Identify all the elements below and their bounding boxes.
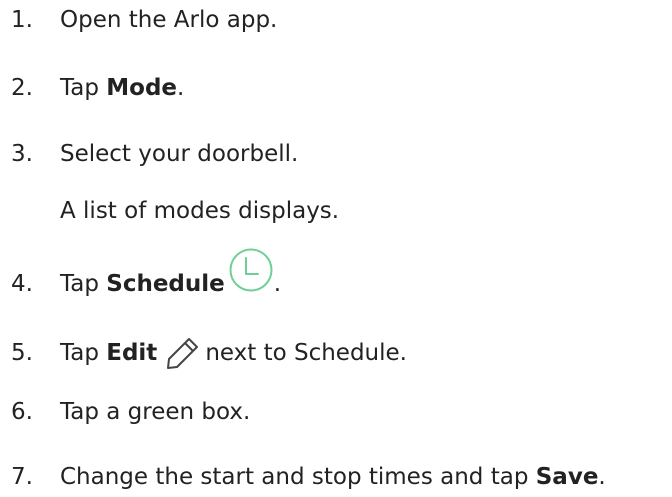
step-text-post: . [273,270,282,297]
step-3: 3. Select your doorbell. [0,134,298,174]
step-4: 4. Tap Schedule . [0,248,282,307]
step-note-text: A list of modes displays. [60,197,340,224]
step-text-pre: Tap [60,74,107,101]
step-text: Select your doorbell. [60,140,299,167]
step-6: 6. Tap a green box. [0,392,250,432]
step-text-bold: Save [535,463,599,490]
step-text: Tap Schedule . [60,248,282,307]
step-text-post: next to Schedule. [205,339,407,366]
step-text: Open the Arlo app. [60,6,278,33]
step-5: 5. Tap Edit next to Schedule. [0,333,407,373]
step-text-post: . [177,74,185,101]
step-7: 7. Change the start and stop times and t… [0,457,606,497]
step-text-pre: Tap [60,339,107,366]
step-number: 5. [11,339,33,366]
pencil-icon [165,335,201,371]
step-number: 1. [11,6,33,33]
step-3-note: A list of modes displays. [0,191,339,231]
step-2: 2. Tap Mode. [0,68,184,108]
step-text-bold: Schedule [106,270,225,297]
step-text-bold: Edit [106,339,158,366]
step-text-pre: Change the start and stop times and tap [60,463,536,490]
step-number: 3. [11,140,33,167]
step-number: 4. [11,270,33,297]
instruction-steps: 1. Open the Arlo app. 2. Tap Mode. 3. Se… [0,0,672,497]
step-1: 1. Open the Arlo app. [0,0,277,40]
clock-icon [228,247,274,293]
step-text: Change the start and stop times and tap … [60,463,606,490]
step-text-bold: Mode [106,74,178,101]
step-number: 7. [11,463,33,490]
step-text: Tap Edit next to Schedule. [60,335,407,371]
step-number: 6. [11,398,33,425]
step-number: 2. [11,74,33,101]
step-text: Tap Mode. [60,74,185,101]
step-text-pre: Tap [60,270,107,297]
step-text-post: . [598,463,606,490]
step-text: Tap a green box. [60,398,251,425]
